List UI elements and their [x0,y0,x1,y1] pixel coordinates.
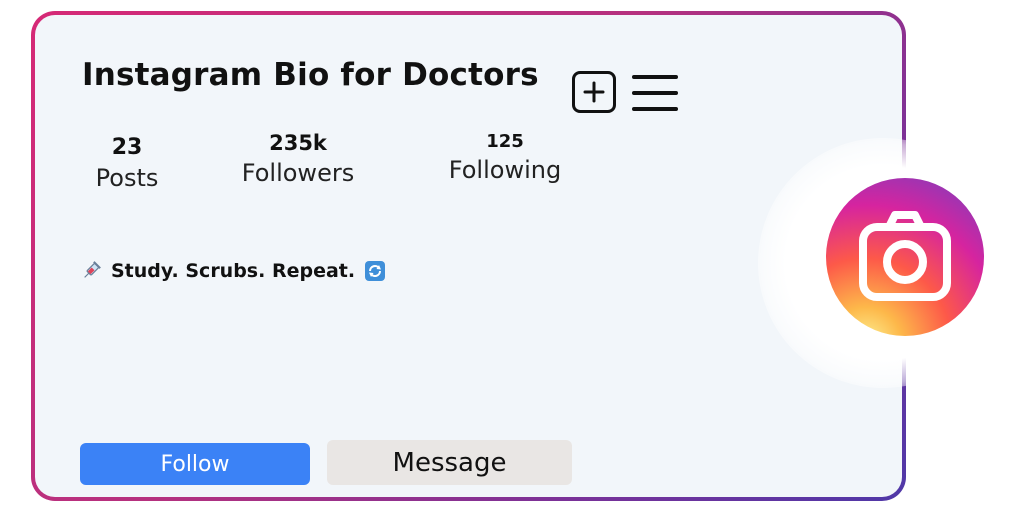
stat-posts[interactable]: 23 Posts [87,135,167,192]
posts-label: Posts [95,164,159,192]
menu-line [632,75,678,79]
hamburger-menu-icon[interactable] [632,75,678,111]
stat-following[interactable]: 125 Following [440,131,570,184]
followers-label: Followers [241,159,355,187]
syringe-icon [79,259,103,283]
add-post-button[interactable] [572,71,616,113]
profile-bio: Study. Scrubs. Repeat. [79,259,387,283]
profile-title: Instagram Bio for Doctors [82,57,539,93]
menu-line [632,91,678,95]
bio-text: Study. Scrubs. Repeat. [111,260,356,282]
followers-count: 235k [269,131,327,155]
message-button[interactable]: Message [327,440,572,485]
instagram-camera-icon [859,211,951,301]
stat-followers[interactable]: 235k Followers [233,131,363,187]
instagram-badge [826,178,984,336]
menu-line [632,107,678,111]
following-label: Following [448,156,562,184]
following-count: 125 [486,131,524,152]
add-post-icon [583,81,605,103]
refresh-icon [363,259,387,283]
follow-button[interactable]: Follow [80,443,310,485]
posts-count: 23 [111,135,143,160]
